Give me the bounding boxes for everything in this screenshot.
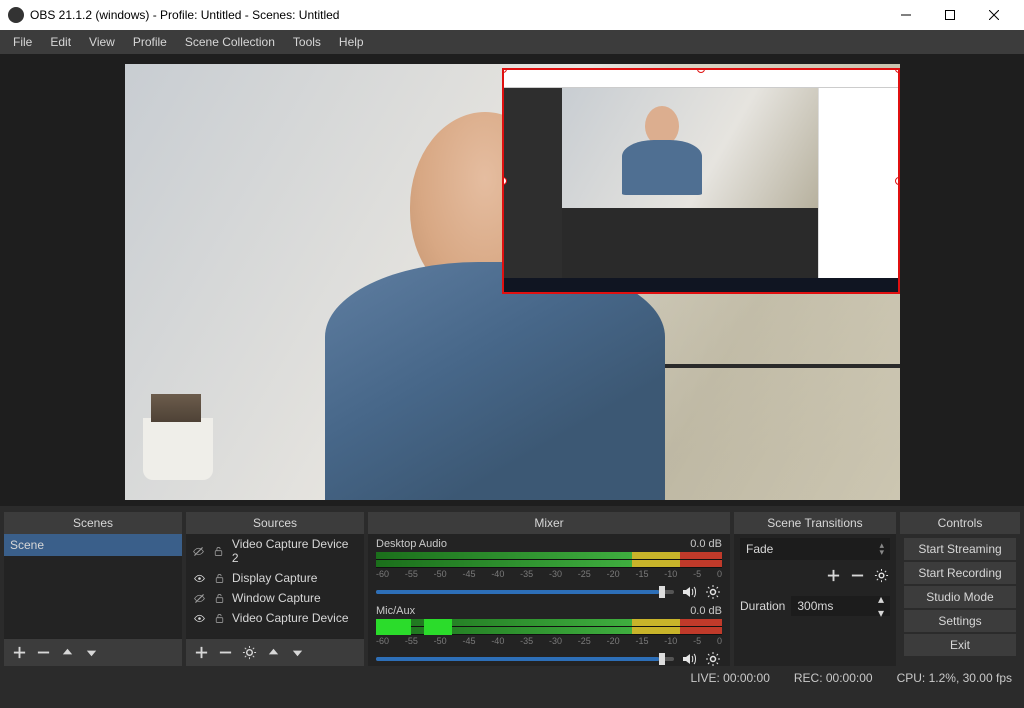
controls-header: Controls [900, 512, 1020, 534]
move-source-up-button[interactable] [264, 644, 282, 662]
speaker-icon[interactable] [680, 583, 698, 601]
close-button[interactable] [972, 0, 1016, 30]
minimize-button[interactable] [884, 0, 928, 30]
eye-hidden-icon[interactable] [192, 591, 206, 605]
transition-settings-button[interactable] [872, 566, 890, 584]
source-item[interactable]: Video Capture Device 2 [186, 534, 364, 568]
obs-app-icon [8, 7, 24, 23]
source-properties-button[interactable] [240, 644, 258, 662]
scenes-list[interactable]: Scene [4, 534, 182, 638]
menu-view[interactable]: View [80, 31, 124, 53]
source-label: Window Capture [232, 591, 321, 605]
resize-handle[interactable] [895, 177, 900, 185]
status-cpu: CPU: 1.2%, 30.00 fps [897, 671, 1012, 685]
duration-spinner[interactable]: 300ms ▴▾ [791, 596, 890, 616]
mixer-channel: Mic/Aux 0.0 dB -60-55-50-45-40-35-30-25-2… [368, 601, 730, 666]
db-scale: -60-55-50-45-40-35-30-25-20-15-10-50 [376, 636, 722, 646]
add-source-button[interactable] [192, 644, 210, 662]
status-live: LIVE: 00:00:00 [690, 671, 769, 685]
preview-area[interactable] [0, 54, 1024, 506]
audio-meter [376, 619, 722, 635]
menu-help[interactable]: Help [330, 31, 373, 53]
lock-open-icon[interactable] [212, 544, 226, 558]
remove-scene-button[interactable] [34, 644, 52, 662]
menu-file[interactable]: File [4, 31, 41, 53]
controls-panel: Controls Start Streaming Start Recording… [900, 512, 1020, 666]
gear-icon[interactable] [704, 583, 722, 601]
window-titlebar: OBS 21.1.2 (windows) - Profile: Untitled… [0, 0, 1024, 30]
move-source-down-button[interactable] [288, 644, 306, 662]
spinner-icon: ▴▾ [878, 592, 884, 620]
volume-slider[interactable] [376, 657, 674, 661]
scenes-toolbar [4, 638, 182, 666]
move-scene-down-button[interactable] [82, 644, 100, 662]
channel-name: Desktop Audio [376, 538, 447, 550]
status-rec: REC: 00:00:00 [794, 671, 873, 685]
sources-panel: Sources Video Capture Device 2 Display C… [186, 512, 364, 666]
menu-edit[interactable]: Edit [41, 31, 80, 53]
eye-icon[interactable] [192, 571, 206, 585]
mixer-header: Mixer [368, 512, 730, 534]
audio-meter [376, 552, 722, 568]
mixer-channel: Desktop Audio 0.0 dB -60-55-50-45-40-35-3… [368, 534, 730, 601]
move-scene-up-button[interactable] [58, 644, 76, 662]
start-recording-button[interactable]: Start Recording [904, 562, 1016, 584]
source-label: Video Capture Device 2 [232, 537, 358, 565]
lock-open-icon[interactable] [212, 571, 226, 585]
sources-header: Sources [186, 512, 364, 534]
gear-icon[interactable] [704, 650, 722, 666]
eye-icon[interactable] [192, 611, 206, 625]
speaker-icon[interactable] [680, 650, 698, 666]
mixer-panel: Mixer Desktop Audio 0.0 dB -60-55-50-45-4… [368, 512, 730, 666]
sources-list[interactable]: Video Capture Device 2 Display Capture W… [186, 534, 364, 638]
source-item[interactable]: Video Capture Device [186, 608, 364, 628]
transition-select[interactable]: Fade ▴▾ [740, 538, 890, 560]
source-label: Display Capture [232, 571, 317, 585]
transition-value: Fade [746, 542, 773, 556]
window-title: OBS 21.1.2 (windows) - Profile: Untitled… [30, 8, 884, 22]
scenes-header: Scenes [4, 512, 182, 534]
resize-handle[interactable] [502, 177, 507, 185]
remove-source-button[interactable] [216, 644, 234, 662]
duration-value: 300ms [797, 599, 833, 613]
source-item[interactable]: Window Capture [186, 588, 364, 608]
source-item[interactable]: Display Capture [186, 568, 364, 588]
scene-transitions-panel: Scene Transitions Fade ▴▾ Duration 300ms… [734, 512, 896, 666]
transitions-header: Scene Transitions [734, 512, 896, 534]
transition-toolbar [734, 564, 896, 586]
resize-handle[interactable] [697, 68, 705, 73]
start-streaming-button[interactable]: Start Streaming [904, 538, 1016, 560]
source-label: Video Capture Device [232, 611, 349, 625]
eye-hidden-icon[interactable] [192, 544, 206, 558]
channel-level: 0.0 dB [690, 605, 722, 617]
lock-open-icon[interactable] [212, 611, 226, 625]
volume-slider[interactable] [376, 590, 674, 594]
menu-profile[interactable]: Profile [124, 31, 176, 53]
remove-transition-button[interactable] [848, 566, 866, 584]
db-scale: -60-55-50-45-40-35-30-25-20-15-10-50 [376, 569, 722, 579]
spinner-icon: ▴▾ [879, 542, 884, 556]
settings-button[interactable]: Settings [904, 610, 1016, 632]
menu-tools[interactable]: Tools [284, 31, 330, 53]
exit-button[interactable]: Exit [904, 634, 1016, 656]
selected-source-overlay[interactable] [502, 68, 900, 294]
channel-level: 0.0 dB [690, 538, 722, 550]
menu-scene-collection[interactable]: Scene Collection [176, 31, 284, 53]
sources-toolbar [186, 638, 364, 666]
lock-open-icon[interactable] [212, 591, 226, 605]
duration-label: Duration [740, 599, 785, 613]
add-transition-button[interactable] [824, 566, 842, 584]
scene-item[interactable]: Scene [4, 534, 182, 556]
add-scene-button[interactable] [10, 644, 28, 662]
menu-bar: File Edit View Profile Scene Collection … [0, 30, 1024, 54]
status-bar: LIVE: 00:00:00 REC: 00:00:00 CPU: 1.2%, … [0, 666, 1024, 690]
maximize-button[interactable] [928, 0, 972, 30]
channel-name: Mic/Aux [376, 605, 415, 617]
scenes-panel: Scenes Scene [4, 512, 182, 666]
studio-mode-button[interactable]: Studio Mode [904, 586, 1016, 608]
